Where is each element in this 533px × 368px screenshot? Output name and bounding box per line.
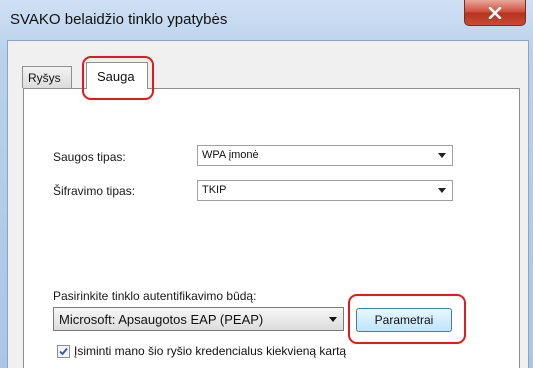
encryption-type-value: TKIP	[202, 184, 227, 196]
auth-method-select[interactable]: Microsoft: Apsaugotos EAP (PEAP)	[53, 307, 344, 331]
tab-sauga[interactable]: Sauga	[86, 62, 148, 89]
close-icon	[488, 6, 502, 19]
chevron-down-icon	[438, 188, 446, 193]
tab-rysys[interactable]: Ryšys	[22, 66, 72, 88]
encryption-type-select[interactable]: TKIP	[197, 180, 453, 201]
remember-credentials-checkbox[interactable]	[57, 345, 70, 358]
properties-window: SVAKO belaidžio tinklo ypatybės Ryšys Sa…	[0, 0, 533, 368]
security-type-select[interactable]: WPA įmonė	[197, 145, 453, 166]
remember-credentials-label: Įsiminti mano šio ryšio kredencialus kie…	[74, 344, 347, 358]
security-type-value: WPA įmonė	[202, 149, 259, 161]
window-title: SVAKO belaidžio tinklo ypatybės	[10, 11, 228, 28]
chevron-down-icon	[329, 317, 337, 322]
title-bar[interactable]: SVAKO belaidžio tinklo ypatybės	[0, 0, 533, 40]
encryption-type-label: Šifravimo tipas:	[53, 184, 136, 198]
auth-method-value: Microsoft: Apsaugotos EAP (PEAP)	[59, 312, 264, 327]
close-button[interactable]	[464, 0, 526, 26]
security-type-label: Saugos tipas:	[53, 150, 126, 164]
chevron-down-icon	[438, 153, 446, 158]
checkmark-icon	[59, 347, 68, 356]
auth-method-label: Pasirinkite tinklo autentifikavimo būdą:	[53, 289, 257, 303]
settings-button[interactable]: Parametrai	[356, 308, 452, 332]
